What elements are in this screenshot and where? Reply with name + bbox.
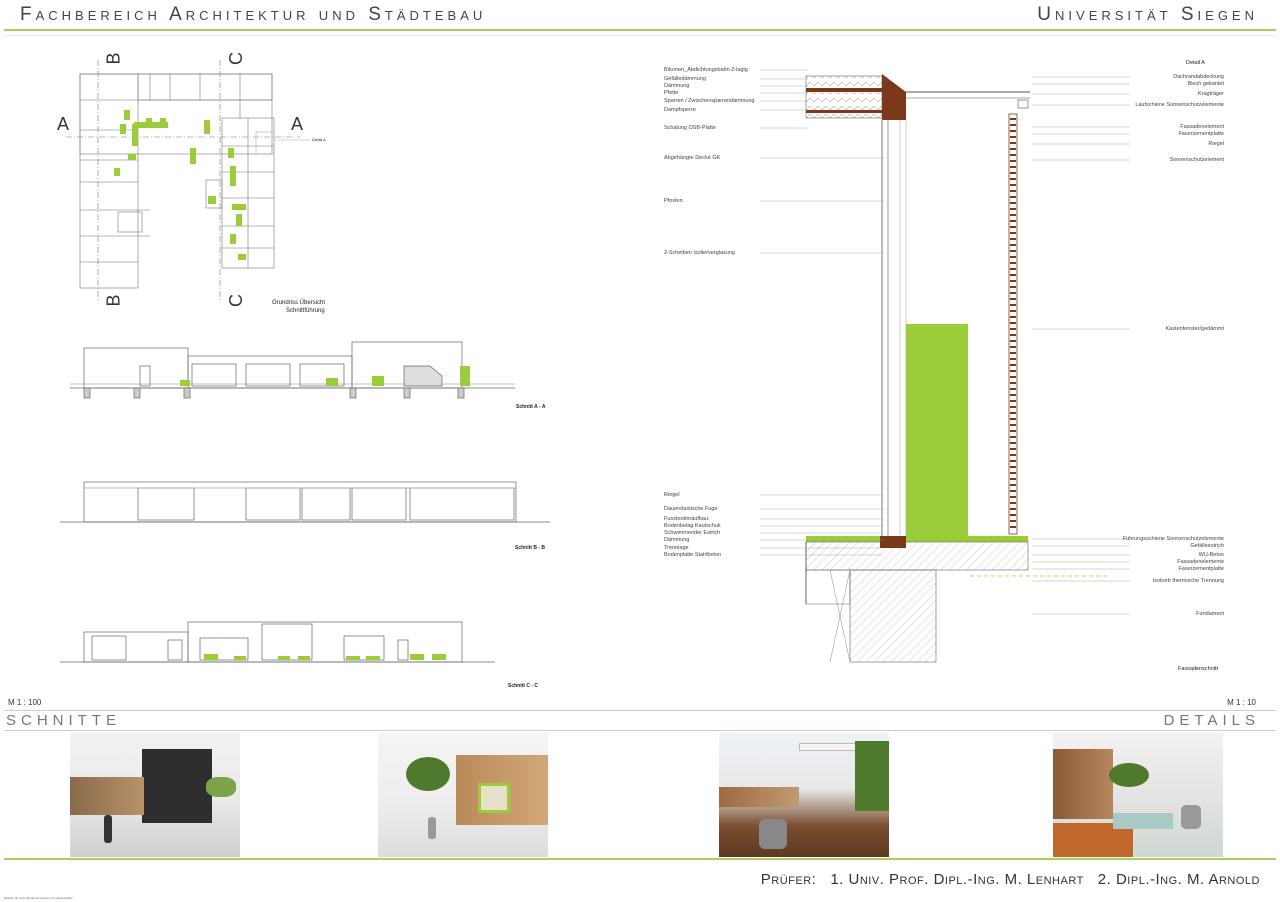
band-top-rule [4,710,1276,711]
right-label: Fundament [1196,611,1224,617]
rendering-1-tree [206,777,236,797]
left-label: Fussbodenaufbau: [664,516,710,522]
rendering-4-people [1181,805,1201,829]
rendering-1 [70,733,240,857]
left-label: Bodenplatte Stahlbeton [664,552,722,558]
left-label: Sparren / Zwischensparrendämmung [664,98,755,104]
rendering-3-facade [719,787,799,807]
right-label: Isokorb thermische Trennung [1152,578,1224,584]
scale-left: M 1 : 100 [8,698,42,707]
rendering-2-green-frame [478,783,510,813]
rendering-3 [719,733,889,857]
rendering-3-pergola [799,743,861,751]
right-label: Gefälleestrich [1190,543,1224,549]
footer-rule [4,858,1276,860]
rendering-3-people [759,819,787,849]
left-label: Trennlage [664,545,689,551]
rendering-4-tree [1109,763,1149,787]
left-label: Pfette [664,90,679,96]
right-label: Sonnenschutzelement [1169,157,1224,163]
rendering-1-dark-block [142,749,212,823]
detail-title: Detail A [1186,60,1205,66]
left-label: Pfosten [664,198,683,204]
right-label: Fassadenelement [1180,124,1224,130]
right-label: Fassadenelemente [1177,559,1224,565]
left-label: Dämmung [664,537,690,543]
footer-small-note: Erstellt mit einer Studentenversion von … [4,896,73,900]
left-label: Dauerelastische Fuge [664,506,718,512]
band-title-details: DETAILS [1163,712,1260,729]
right-label: Laufschiene Sonnenschutzelemente [1135,102,1224,108]
right-label: Kragträger [1198,91,1224,97]
rendering-1-person [104,815,112,843]
rendering-4-pool [1113,813,1173,829]
rendering-3-tree [855,741,889,811]
left-label: 2-Scheiben Isolierverglasung [664,250,735,256]
left-label: Abgehängte Decke GK [664,155,721,161]
scale-right: M 1 : 10 [1227,698,1256,707]
rendering-2 [378,733,548,857]
left-label: Schalung OSB-Platte [664,125,716,131]
right-label: Faserzementplatte [1178,566,1224,572]
rendering-2-person [428,817,436,839]
right-label: WU-Beton [1198,552,1224,558]
rendering-2-tree [406,757,450,791]
right-label: Dachrandabdeckung [1173,74,1224,80]
left-label: Riegel [664,492,680,498]
detail-bottom-caption: Fassadenschnitt [1178,666,1219,672]
left-label: Gefälledämmung [664,76,706,82]
left-label: Dämmung [664,83,690,89]
left-label: Dampfsperre [664,107,696,113]
right-label: Blech gekantet [1187,81,1224,87]
band-title-schnitte: SCHNITTE [6,712,121,729]
right-label: Führungsschiene Sonnenschutzelemente [1122,536,1224,542]
band-bottom-rule [4,730,1276,731]
left-label: Bitumen_Abdichtungsbahn 2-lagig [664,67,748,73]
right-label: Riegel [1208,141,1224,147]
rendering-4-facade [1053,749,1113,819]
footer-examiners: Prüfer: 1. Univ. Prof. Dipl.-Ing. M. Len… [760,871,1260,888]
right-label: Faserzementplatte [1178,131,1224,137]
left-label: Schwimmender Estrich [664,530,721,536]
right-label: Kastenfenster/gedämmt [1165,326,1224,332]
rendering-4 [1053,733,1223,857]
left-label: Bodenbelag Kautschuk [664,523,721,529]
rendering-1-facade [70,777,144,815]
